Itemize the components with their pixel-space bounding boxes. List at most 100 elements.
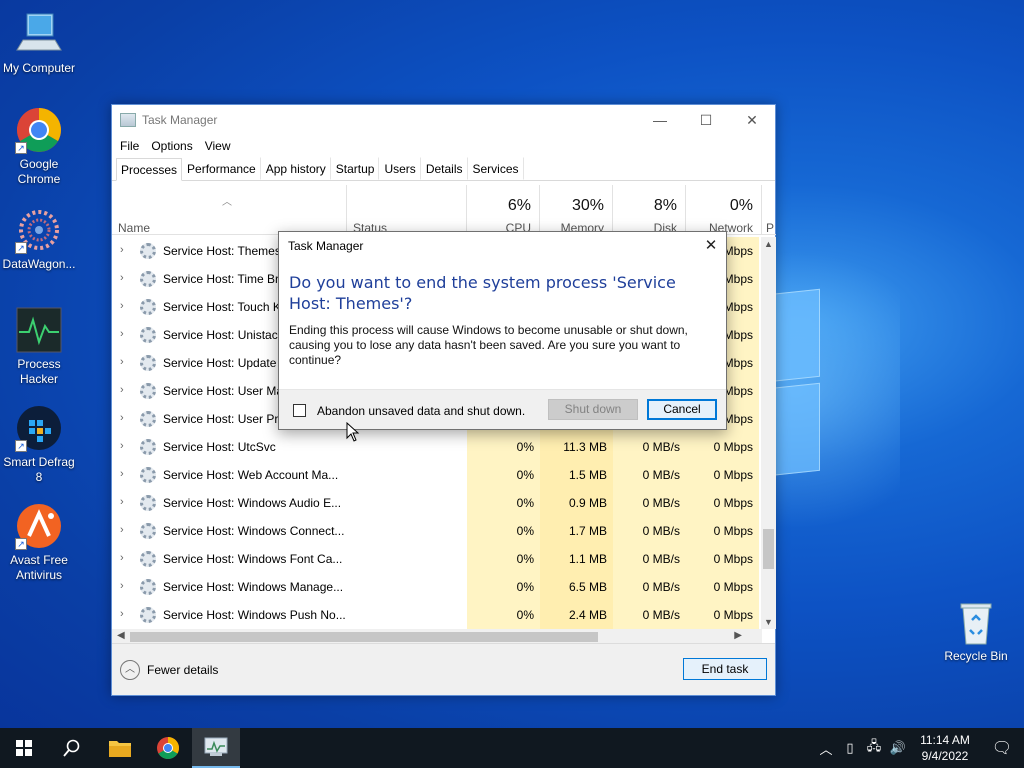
table-row[interactable]: › Service Host: Windows Manage... 0% 6.5 MB… (112, 573, 762, 601)
service-gear-icon (140, 271, 156, 287)
tab-app-history[interactable]: App history (261, 157, 331, 180)
search-icon (63, 739, 80, 757)
network-cell: 0 Mbps (686, 517, 759, 545)
service-gear-icon (140, 579, 156, 595)
minimize-button[interactable]: — (637, 105, 683, 135)
menu-options[interactable]: Options (151, 139, 192, 153)
disk-cell: 0 MB/s (613, 433, 686, 461)
desktop-icon-chrome[interactable]: ↗ Google Chrome (0, 106, 78, 187)
process-name: Service Host: Windows Manage... (163, 580, 344, 594)
tablet-icon[interactable]: ▯ (838, 740, 862, 756)
table-row[interactable]: › Service Host: Windows Connect... 0% 1.7 M… (112, 517, 762, 545)
expand-chevron-icon[interactable]: › (120, 328, 130, 340)
table-row[interactable]: › Service Host: Windows Push No... 0% 2.4 M… (112, 601, 762, 629)
expand-chevron-icon[interactable]: › (120, 468, 130, 480)
tab-performance[interactable]: Performance (182, 157, 261, 180)
service-gear-icon (140, 607, 156, 623)
column-header-memory[interactable]: 30% Memory (540, 185, 613, 235)
desktop-icon-recycle-bin[interactable]: Recycle Bin (938, 600, 1014, 663)
column-header-network[interactable]: 0% Network (686, 185, 762, 235)
scrollbar-thumb[interactable] (763, 529, 774, 569)
table-row[interactable]: › Service Host: Web Account Ma... 0% 1.5 MB… (112, 461, 762, 489)
expand-chevron-icon[interactable]: › (120, 412, 130, 424)
expand-chevron-icon[interactable]: › (120, 496, 130, 508)
column-header-name[interactable]: ︿ Name (112, 185, 347, 235)
menu-view[interactable]: View (205, 139, 231, 153)
process-name: Service Host: Themes (163, 244, 281, 258)
expand-chevron-icon[interactable]: › (120, 440, 130, 452)
cancel-button[interactable]: Cancel (647, 399, 717, 420)
taskbar-file-explorer[interactable] (96, 728, 144, 768)
expand-chevron-icon[interactable]: › (120, 244, 130, 256)
table-row[interactable]: › Service Host: Windows Audio E... 0% 0.9 M… (112, 489, 762, 517)
end-task-button[interactable]: End task (683, 658, 767, 680)
scroll-left-icon[interactable]: ◀ (117, 630, 125, 641)
maximize-button[interactable]: ☐ (683, 105, 729, 135)
memory-cell: 0.9 MB (540, 489, 613, 517)
service-gear-icon (140, 243, 156, 259)
cpu-cell: 0% (467, 433, 540, 461)
search-button[interactable] (48, 728, 96, 768)
desktop-icon-datawagon[interactable]: ↗ DataWagon... (0, 206, 78, 272)
volume-icon[interactable]: 🔊 (886, 740, 910, 756)
expand-chevron-icon[interactable]: › (120, 356, 130, 368)
tab-services[interactable]: Services (468, 157, 524, 180)
desktop-icon-label: Process Hacker (17, 357, 61, 386)
expand-chevron-icon[interactable]: › (120, 384, 130, 396)
desktop-icon-label: DataWagon... (2, 257, 76, 271)
column-header-power[interactable]: P (762, 185, 776, 235)
start-button[interactable] (0, 728, 48, 768)
tab-details[interactable]: Details (421, 157, 468, 180)
expand-chevron-icon[interactable]: › (120, 552, 130, 564)
desktop-icon-process-hacker[interactable]: Process Hacker (0, 306, 78, 387)
fewer-details-button[interactable]: ︿ Fewer details (120, 660, 218, 680)
cpu-cell: 0% (467, 489, 540, 517)
service-gear-icon (140, 355, 156, 371)
column-header-cpu[interactable]: 6% CPU (467, 185, 540, 235)
process-name: Service Host: Time Bro (163, 272, 286, 286)
close-button[interactable]: ✕ (729, 105, 775, 135)
title-bar[interactable]: Task Manager — ☐ ✕ (112, 105, 775, 135)
disk-cell: 0 MB/s (613, 573, 686, 601)
taskbar-chrome[interactable] (144, 728, 192, 768)
column-header-disk[interactable]: 8% Disk (613, 185, 686, 235)
chevron-up-icon[interactable]: ︿ (814, 739, 838, 758)
tab-startup[interactable]: Startup (331, 157, 380, 180)
computer-icon (15, 10, 63, 58)
clock-time: 11:14 AM (920, 733, 970, 747)
network-icon[interactable]: 🖧 (862, 737, 886, 759)
desktop-icon-my-computer[interactable]: My Computer (0, 10, 78, 76)
scroll-right-icon[interactable]: ▶ (734, 630, 742, 641)
tab-processes[interactable]: Processes (116, 158, 183, 181)
process-hacker-icon (15, 306, 63, 354)
expand-chevron-icon[interactable]: › (120, 272, 130, 284)
shortcut-arrow-icon: ↗ (15, 440, 27, 452)
expand-chevron-icon[interactable]: › (120, 580, 130, 592)
clock[interactable]: 11:14 AM 9/4/2022 (910, 732, 980, 764)
column-header-status[interactable]: Status (347, 185, 467, 235)
scrollbar-thumb[interactable] (130, 632, 598, 642)
table-row[interactable]: › Service Host: UtcSvc 0% 11.3 MB 0 MB/s 0 Mb… (112, 433, 762, 461)
scroll-up-icon[interactable]: ▲ (761, 239, 776, 249)
table-row[interactable]: › Service Host: Windows Font Ca... 0% 1.1 M… (112, 545, 762, 573)
vertical-scrollbar[interactable]: ▲ ▼ (761, 237, 776, 629)
cpu-cell: 0% (467, 545, 540, 573)
taskbar-task-manager[interactable] (192, 728, 240, 768)
expand-chevron-icon[interactable]: › (120, 300, 130, 312)
abandon-data-checkbox[interactable] (293, 404, 306, 417)
abandon-data-label[interactable]: Abandon unsaved data and shut down. (317, 404, 525, 418)
mouse-cursor-icon (346, 422, 360, 442)
notification-icon[interactable]: 🗨 (980, 738, 1024, 758)
expand-chevron-icon[interactable]: › (120, 524, 130, 536)
network-cell: 0 Mbps (686, 545, 759, 573)
desktop-icon-smart-defrag[interactable]: ↗ Smart Defrag 8 (0, 404, 78, 485)
tab-users[interactable]: Users (379, 157, 421, 180)
menu-file[interactable]: File (120, 139, 139, 153)
window-title: Task Manager (142, 113, 218, 127)
desktop-icon-avast[interactable]: ↗ Avast Free Antivirus (0, 502, 78, 583)
dialog-close-button[interactable]: ✕ (700, 235, 722, 257)
expand-chevron-icon[interactable]: › (120, 608, 130, 620)
disk-cell: 0 MB/s (613, 601, 686, 629)
dialog-heading: Do you want to end the system process 'S… (289, 273, 676, 313)
scroll-down-icon[interactable]: ▼ (761, 617, 776, 627)
